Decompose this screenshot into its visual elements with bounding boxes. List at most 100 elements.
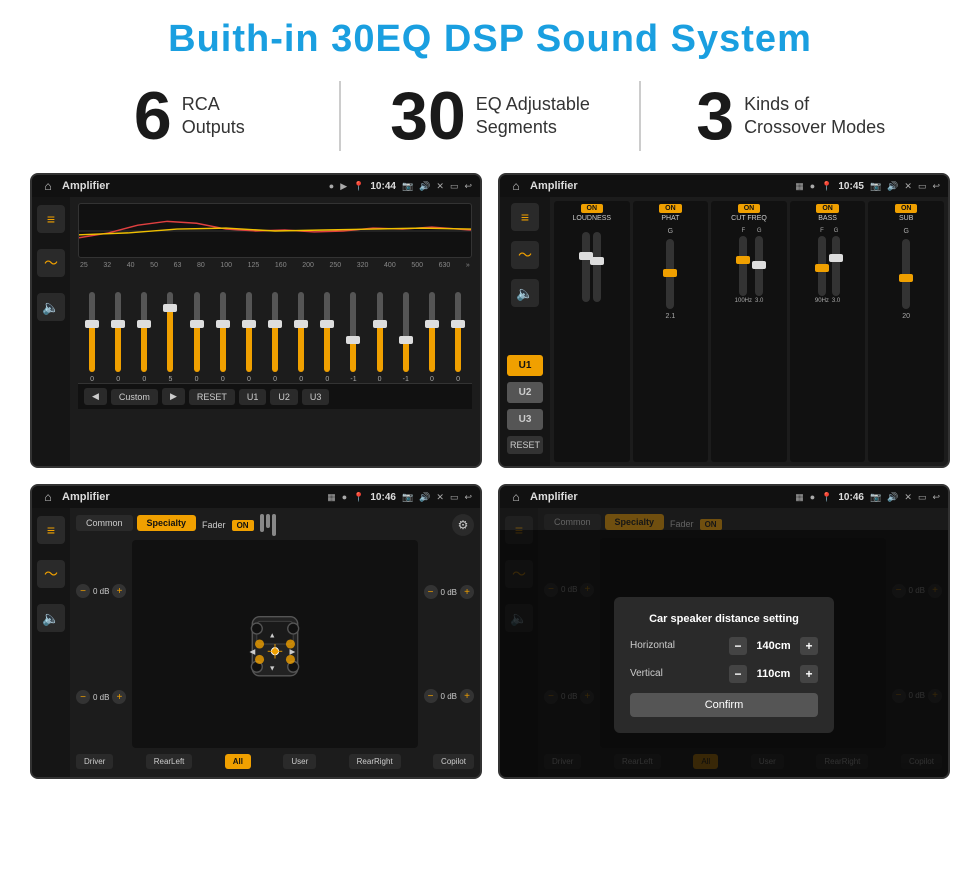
dsp-channels-area: ON LOUDNESS ON PHAT G 2.1 [550, 197, 948, 466]
sub-slider[interactable] [902, 239, 910, 309]
u1-btn-1[interactable]: U1 [239, 389, 267, 405]
dot-icon-1: ● [329, 181, 334, 191]
play-btn[interactable]: ▶ [162, 388, 185, 405]
slider-6[interactable] [220, 292, 226, 372]
u2-btn-dsp[interactable]: U2 [507, 382, 543, 403]
cutfreq-slider-2[interactable] [755, 236, 763, 296]
horizontal-plus[interactable]: + [800, 637, 818, 655]
slider-9[interactable] [298, 292, 304, 372]
amplifier-title-2: Amplifier [530, 180, 789, 192]
rect-icon-1: ▭ [450, 181, 459, 192]
left-db-controls: − 0 dB + − 0 dB + [76, 540, 126, 748]
x-icon-3: ✕ [436, 492, 444, 503]
bass-slider-1[interactable] [818, 236, 826, 296]
loudness-slider-1[interactable] [582, 232, 590, 302]
plus-btn-1[interactable]: + [112, 584, 126, 598]
sub-on[interactable]: ON [895, 204, 918, 213]
minus-btn-2[interactable]: − [76, 690, 90, 704]
speaker-layout: − 0 dB + − 0 dB + [76, 540, 474, 748]
eq-mode-btn-2[interactable]: ≡ [511, 203, 539, 231]
slider-15[interactable] [455, 292, 461, 372]
common-tab[interactable]: Common [76, 515, 133, 531]
db-val-2: 0 dB [93, 693, 109, 702]
dot-icon-3: ● [342, 492, 347, 502]
u3-btn-1[interactable]: U3 [302, 389, 330, 405]
speaker-btn[interactable]: 🔈 [37, 293, 65, 321]
driver-btn[interactable]: Driver [76, 754, 113, 769]
speaker-btn-3[interactable]: 🔈 [37, 604, 65, 632]
fader-on-btn[interactable]: ON [232, 520, 254, 531]
u1-btn-dsp[interactable]: U1 [507, 355, 543, 376]
bass-slider-2[interactable] [832, 236, 840, 296]
vol-icon-4: 🔊 [887, 492, 898, 503]
bass-label: BASS [818, 215, 837, 222]
slider-11[interactable] [350, 292, 356, 372]
confirm-button[interactable]: Confirm [630, 693, 818, 717]
slider-7[interactable] [246, 292, 252, 372]
back-icon-1: ↩ [464, 181, 472, 192]
home-icon-2[interactable]: ⌂ [508, 178, 524, 194]
loudness-slider-2[interactable] [593, 232, 601, 302]
cutfreq-on[interactable]: ON [738, 204, 761, 213]
reset-btn-1[interactable]: RESET [189, 389, 235, 405]
back-icon-3: ↩ [464, 492, 472, 503]
amplifier-title-3: Amplifier [62, 491, 321, 503]
bass-on[interactable]: ON [816, 204, 839, 213]
plus-btn-4[interactable]: + [460, 689, 474, 703]
page-title: Buith-in 30EQ DSP Sound System [0, 0, 980, 71]
plus-btn-2[interactable]: + [112, 690, 126, 704]
phat-on[interactable]: ON [659, 204, 682, 213]
db-ctrl-4: − 0 dB + [424, 689, 474, 703]
eq-mode-btn-3[interactable]: ≡ [37, 516, 65, 544]
cutfreq-slider-1[interactable] [739, 236, 747, 296]
phat-slider[interactable] [666, 239, 674, 309]
wave-btn[interactable]: 〜 [37, 249, 65, 277]
rearright-btn[interactable]: RearRight [349, 754, 401, 769]
slider-4[interactable] [167, 292, 173, 372]
spec-main-area: Common Specialty Fader ON ⚙ [70, 508, 480, 777]
copilot-btn[interactable]: Copilot [433, 754, 474, 769]
slider-5[interactable] [194, 292, 200, 372]
home-icon-4[interactable]: ⌂ [508, 489, 524, 505]
dsp-channel-bass: ON BASS F 90Hz G 3.0 [790, 201, 866, 462]
speaker-btn-2[interactable]: 🔈 [511, 279, 539, 307]
home-icon[interactable]: ⌂ [40, 178, 56, 194]
stat-divider-2 [639, 81, 641, 151]
stat-number-eq: 30 [390, 82, 466, 150]
slider-10[interactable] [324, 292, 330, 372]
status-time-2: 10:45 [838, 181, 864, 192]
slider-1[interactable] [89, 292, 95, 372]
wave-btn-3[interactable]: 〜 [37, 560, 65, 588]
slider-2[interactable] [115, 292, 121, 372]
settings-icon[interactable]: ⚙ [452, 514, 474, 536]
eq-mode-btn[interactable]: ≡ [37, 205, 65, 233]
minus-btn-4[interactable]: − [424, 689, 438, 703]
plus-btn-3[interactable]: + [460, 585, 474, 599]
minus-btn-3[interactable]: − [424, 585, 438, 599]
slider-12[interactable] [377, 292, 383, 372]
u2-btn-1[interactable]: U2 [270, 389, 298, 405]
vertical-control: − 110cm + [729, 665, 818, 683]
rearleft-btn[interactable]: RearLeft [146, 754, 193, 769]
vertical-plus[interactable]: + [800, 665, 818, 683]
horizontal-minus[interactable]: − [729, 637, 747, 655]
x-icon-1: ✕ [436, 181, 444, 192]
prev-btn[interactable]: ◀ [84, 388, 107, 405]
wave-btn-2[interactable]: 〜 [511, 241, 539, 269]
slider-8[interactable] [272, 292, 278, 372]
reset-btn-dsp[interactable]: RESET [507, 436, 543, 454]
stats-row: 6 RCAOutputs 30 EQ AdjustableSegments 3 … [0, 71, 980, 167]
user-btn[interactable]: User [283, 754, 316, 769]
minus-btn-1[interactable]: − [76, 584, 90, 598]
specialty-tab[interactable]: Specialty [137, 515, 197, 531]
u3-btn-dsp[interactable]: U3 [507, 409, 543, 430]
slider-14[interactable] [429, 292, 435, 372]
slider-13[interactable] [403, 292, 409, 372]
home-icon-3[interactable]: ⌂ [40, 489, 56, 505]
rect-icon-4: ▭ [918, 492, 927, 503]
loudness-on[interactable]: ON [581, 204, 604, 213]
all-btn[interactable]: All [225, 754, 251, 769]
slider-3[interactable] [141, 292, 147, 372]
vertical-minus[interactable]: − [729, 665, 747, 683]
cam-icon-1: 📷 [402, 181, 413, 192]
